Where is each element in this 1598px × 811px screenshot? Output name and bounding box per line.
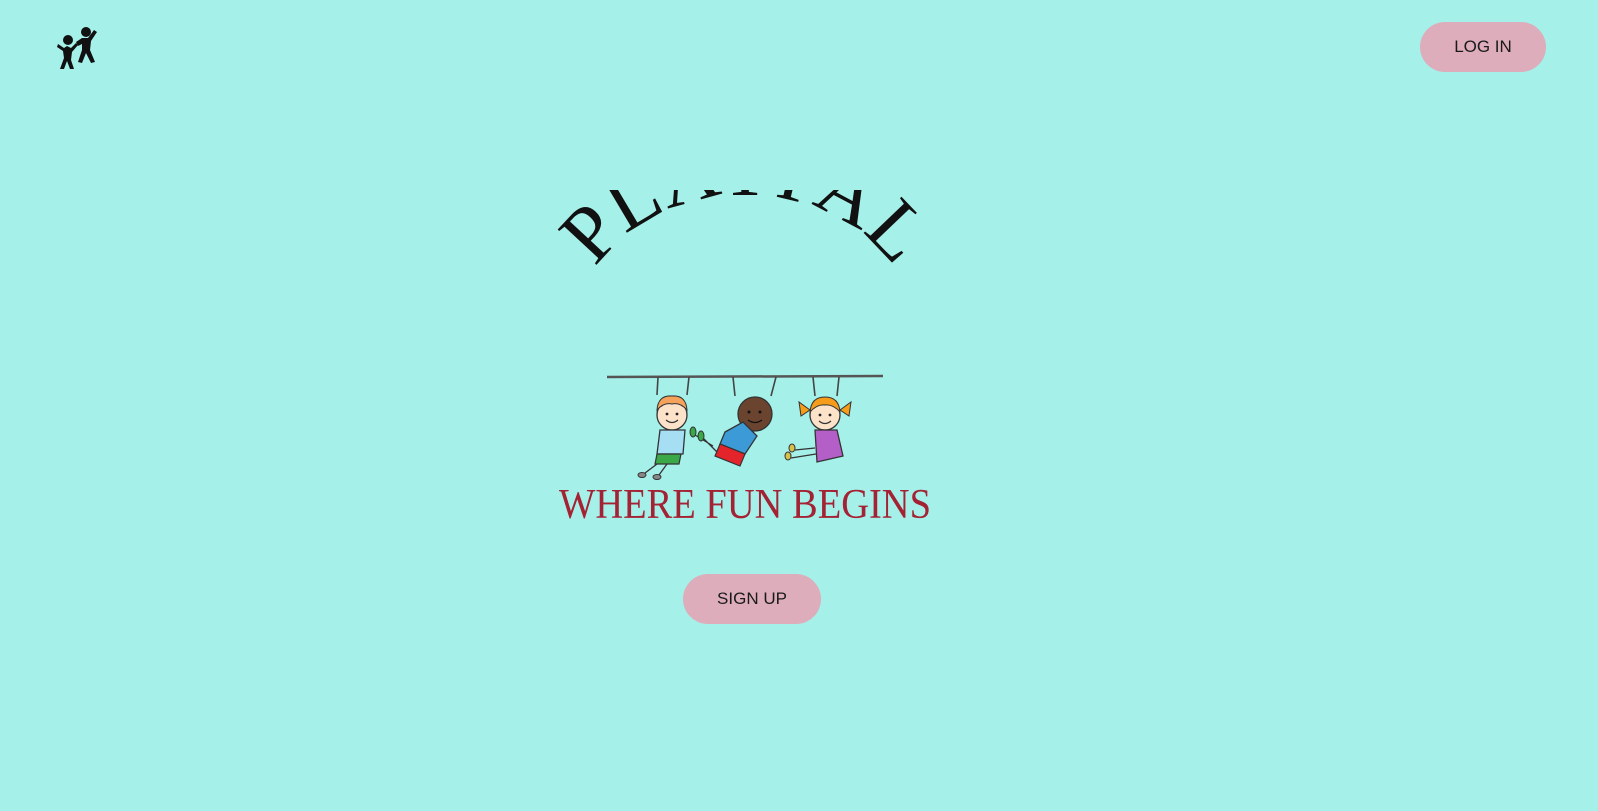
playpal-logo: PLAYPAL — [545, 190, 945, 528]
login-button[interactable]: LOG IN — [1420, 22, 1546, 72]
signup-button[interactable]: SIGN UP — [683, 574, 821, 624]
brand-name: PLAYPAL — [545, 190, 945, 279]
kids-hanging-illustration — [606, 374, 884, 480]
kids-logo-icon[interactable] — [54, 26, 98, 70]
tagline: WHERE FUN BEGINS — [559, 482, 931, 528]
